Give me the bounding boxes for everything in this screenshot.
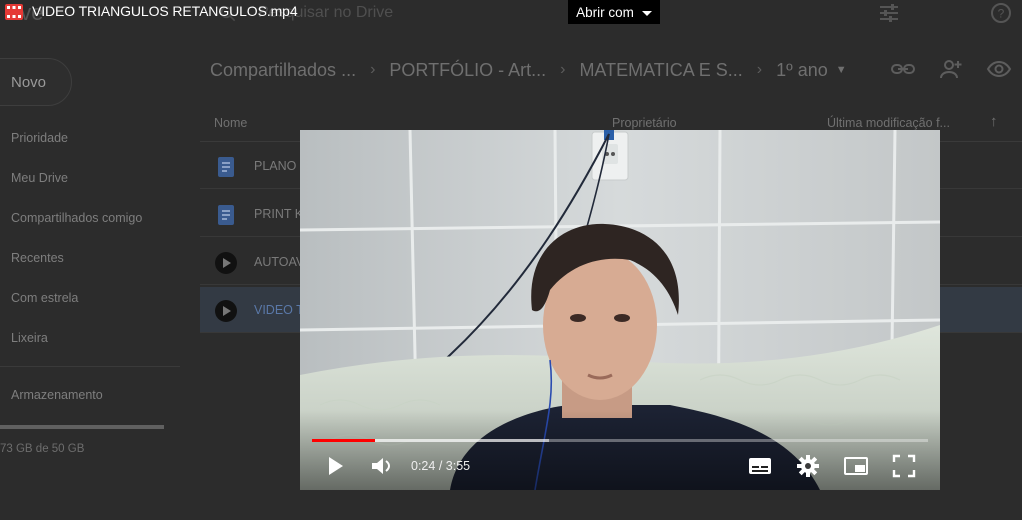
caret-down-icon [641, 10, 652, 16]
link-icon[interactable] [890, 58, 916, 85]
sidebar-item-storage[interactable]: Armazenamento [11, 388, 103, 402]
played-bar [312, 439, 375, 442]
time-separator: / [435, 459, 446, 473]
sidebar-item-my-drive[interactable]: Meu Drive [11, 171, 68, 185]
new-button[interactable]: Novo [0, 58, 72, 106]
sidebar-item-shared[interactable]: Compartilhados comigo [11, 211, 142, 225]
chevron-right-icon: › [560, 61, 566, 78]
add-person-icon[interactable] [938, 57, 964, 86]
open-with-label: Abrir com [576, 4, 634, 20]
volume-icon[interactable] [368, 452, 396, 480]
current-time: 0:24 [411, 459, 436, 473]
breadcrumb-item-matematica[interactable]: MATEMATICA E S... [579, 60, 742, 81]
chevron-right-icon: › [370, 61, 376, 78]
dropdown-arrow-icon[interactable]: ▼ [836, 64, 847, 76]
sort-arrow-icon[interactable]: ↑ [990, 113, 998, 130]
settings-gear-icon[interactable] [794, 452, 822, 480]
breadcrumb-item-portfolio[interactable]: PORTFÓLIO - Art... [389, 60, 546, 81]
video-thumb-icon [214, 299, 238, 323]
eye-icon[interactable] [986, 58, 1012, 85]
sidebar-item-recent[interactable]: Recentes [11, 251, 64, 265]
time-display: 0:24 / 3:55 [411, 459, 470, 473]
miniplayer-icon[interactable] [842, 452, 870, 480]
storage-bar [0, 425, 164, 429]
breadcrumb: Compartilhados ... › PORTFÓLIO - Art... … [210, 58, 847, 82]
file-name: AUTOAV [254, 255, 305, 269]
chevron-right-icon: › [756, 61, 763, 78]
file-name: VIDEO T [254, 303, 304, 317]
video-thumb-icon [214, 251, 238, 275]
column-header-name[interactable]: Nome [214, 116, 247, 130]
breadcrumb-item-shared[interactable]: Compartilhados ... [210, 60, 356, 81]
progress-bar[interactable] [312, 439, 928, 442]
play-icon[interactable] [321, 452, 349, 480]
video-file-icon [4, 3, 24, 26]
sidebar-item-starred[interactable]: Com estrela [11, 291, 78, 305]
breadcrumb-item-current[interactable]: 1º ano [776, 60, 828, 81]
video-player[interactable]: 0:24 / 3:55 [300, 130, 940, 490]
subtitles-icon[interactable] [746, 452, 774, 480]
viewer-file-title: VIDEO TRIANGULOS RETANGULOS.mp4 [32, 3, 298, 19]
doc-icon [214, 203, 238, 227]
file-name: PRINT K [254, 207, 304, 221]
file-name: PLANO [254, 159, 297, 173]
open-with-button[interactable]: Abrir com [568, 0, 660, 24]
sidebar-divider [0, 366, 180, 367]
sidebar-item-priority[interactable]: Prioridade [11, 131, 68, 145]
sidebar-item-trash[interactable]: Lixeira [11, 331, 48, 345]
storage-usage-text: 73 GB de 50 GB [0, 443, 85, 455]
duration: 3:55 [445, 459, 471, 473]
column-header-owner[interactable]: Proprietário [612, 116, 677, 130]
doc-icon [214, 155, 238, 179]
column-header-modified[interactable]: Última modificação f... [827, 116, 950, 130]
fullscreen-icon[interactable] [890, 452, 918, 480]
viewer-header: VIDEO TRIANGULOS RETANGULOS.mp4 Abrir co… [0, 0, 1022, 26]
